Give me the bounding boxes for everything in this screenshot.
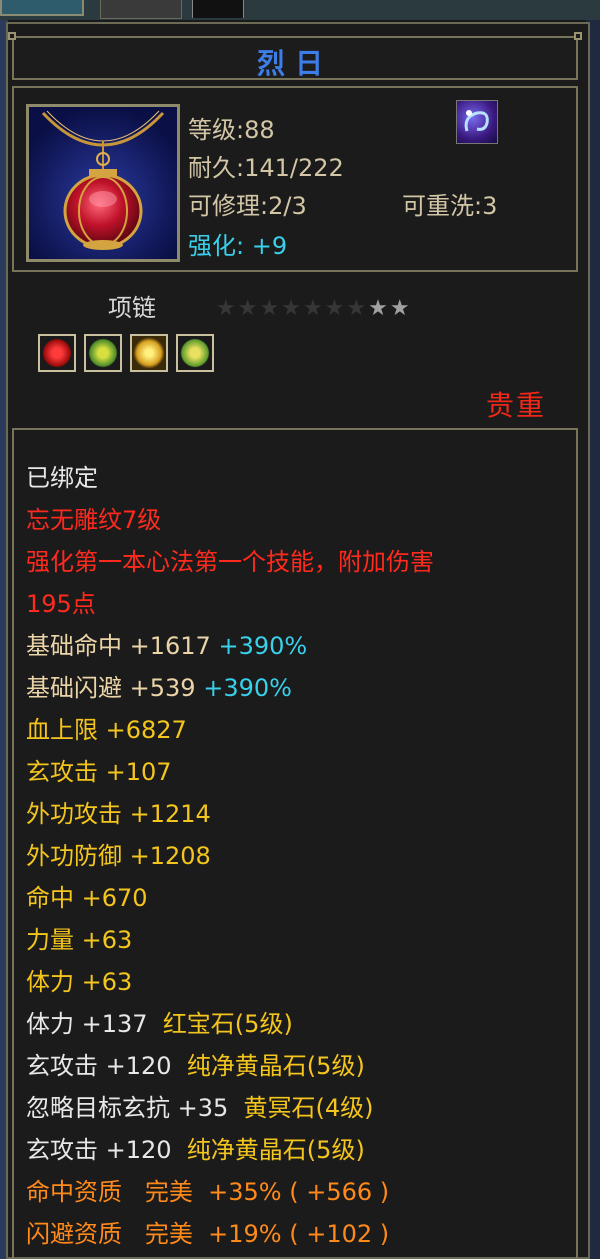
gem-slot-green[interactable]: [84, 334, 122, 372]
corner-ornament: [574, 32, 582, 40]
stat-line: 体力 +63: [26, 968, 133, 996]
star-icon: ★: [302, 296, 325, 321]
item-icon-frame[interactable]: [26, 104, 180, 262]
item-repair-count: 可修理:2/3: [188, 192, 307, 220]
swirl-icon: [464, 110, 489, 132]
bound-status: 已绑定: [26, 464, 98, 492]
necklace-icon: [29, 107, 177, 259]
item-rewash-count: 可重洗:3: [402, 192, 498, 220]
engraving-effect: 强化第一本心法第一个技能，附加伤害: [26, 548, 434, 576]
item-title-bar: 烈日: [12, 36, 578, 80]
item-type: 项链: [108, 294, 156, 322]
aptitude-line: 闪避资质 完美 +19% ( +102 ): [26, 1220, 390, 1248]
enhance-label: 强化:: [188, 232, 245, 260]
stat-line: 外功攻击 +1214: [26, 800, 211, 828]
gem-slot-red[interactable]: [38, 334, 76, 372]
gem-slot-yellow[interactable]: [130, 334, 168, 372]
stat-line: 血上限 +6827: [26, 716, 187, 744]
stat-line: 力量 +63: [26, 926, 133, 954]
star-icon: ★: [237, 296, 260, 321]
gem-slot-green[interactable]: [176, 334, 214, 372]
gem-stat-line: 忽略目标玄抗 +35 黄冥石(4级): [26, 1094, 374, 1122]
item-rarity: 贵重: [486, 389, 547, 422]
star-icon: ★: [346, 296, 369, 321]
stat-line: 命中 +670: [26, 884, 148, 912]
top-window-strip: [0, 0, 600, 20]
gem-stat-line: 体力 +137 红宝石(5级): [26, 1010, 293, 1038]
item-enhance: 强化: +9: [188, 226, 287, 261]
star-icon: ★: [324, 296, 347, 321]
stat-line: 玄攻击 +107: [26, 758, 172, 786]
window-tab-1[interactable]: [0, 0, 84, 16]
star-rating: ★★★★★★★★★: [216, 296, 412, 321]
item-name: 烈日: [256, 47, 333, 80]
engraving-effect-value: 195点: [26, 590, 96, 618]
gem-stat-line: 玄攻击 +120 纯净黄晶石(5级): [26, 1052, 365, 1080]
window-tab-3[interactable]: [192, 0, 244, 18]
soul-gem-icon[interactable]: [456, 100, 498, 144]
star-icon: ★: [259, 296, 282, 321]
window-tab-2[interactable]: [100, 0, 182, 19]
base-hit-stat: 基础命中 +1617 +390%: [26, 632, 308, 660]
star-icon: ★: [281, 296, 303, 321]
gem-stat-line: 玄攻击 +120 纯净黄晶石(5级): [26, 1136, 365, 1164]
item-level: 等级:88: [188, 116, 275, 144]
star-icon: ★: [368, 296, 390, 321]
corner-ornament: [8, 32, 16, 40]
star-icon: ★: [389, 296, 412, 321]
stat-line: 外功防御 +1208: [26, 842, 211, 870]
enhance-value: +9: [251, 232, 288, 260]
base-dodge-stat: 基础闪避 +539 +390%: [26, 674, 292, 702]
engraving-name: 忘无雕纹7级: [26, 506, 162, 534]
star-icon: ★: [216, 296, 238, 321]
aptitude-line: 命中资质 完美 +35% ( +566 ): [26, 1178, 390, 1206]
item-durability: 耐久:141/222: [188, 154, 344, 182]
